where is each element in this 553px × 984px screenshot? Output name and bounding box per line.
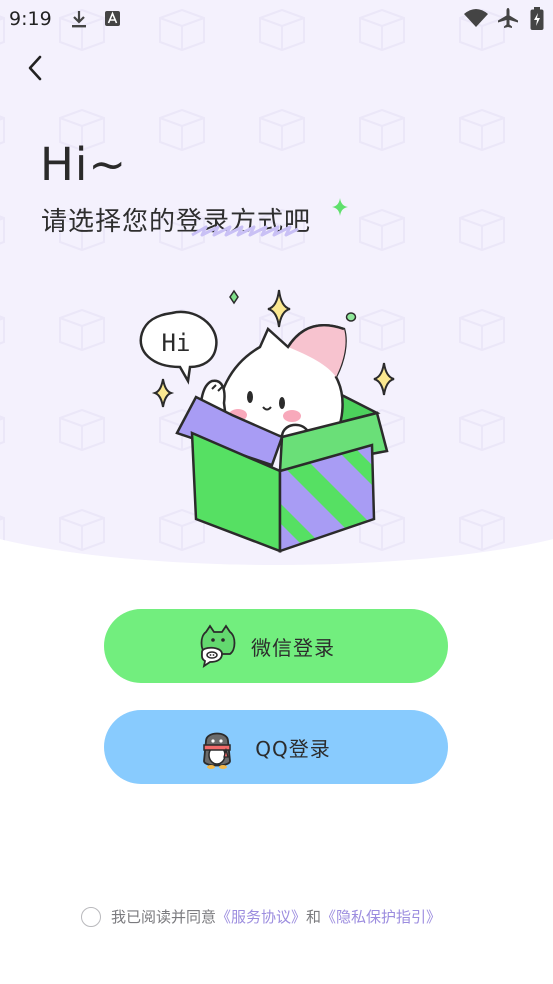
wechat-login-label: 微信登录 <box>251 635 335 660</box>
qq-penguin-icon <box>203 732 231 769</box>
login-screen: 9:19 Hi~ 请选择您的登录方式吧 Hi 微信登录 QQ登录 我已阅读并同意… <box>0 0 553 984</box>
status-bar: 9:19 <box>0 0 553 38</box>
sparkle-icon <box>345 312 357 322</box>
qq-login-label: QQ登录 <box>255 736 331 761</box>
battery-charging-icon <box>530 7 544 30</box>
sparkle-icon <box>332 198 348 216</box>
wechat-login-button[interactable]: 微信登录 <box>104 609 448 683</box>
airplane-icon <box>498 8 518 28</box>
qq-login-button[interactable]: QQ登录 <box>104 710 448 784</box>
agreement-conjunction: 和 <box>306 908 322 926</box>
sparkle-icon <box>229 289 239 305</box>
agreement-checkbox[interactable] <box>81 906 101 927</box>
sparkle-icon <box>267 289 291 328</box>
mascot-illustration: Hi <box>139 289 395 553</box>
sparkle-icon <box>373 362 395 396</box>
privacy-policy-link[interactable]: 《隐私保护指引》 <box>321 906 441 927</box>
status-time: 9:19 <box>9 8 52 30</box>
speech-bubble-text: Hi <box>162 329 191 357</box>
highlight-underline <box>191 225 299 237</box>
sparkle-icon <box>151 378 175 408</box>
subtitle-prefix: 请选择您的 <box>41 207 177 237</box>
service-agreement-link[interactable]: 《服务协议》 <box>216 906 306 927</box>
wechat-mascot-icon <box>200 624 236 668</box>
greeting-title: Hi~ <box>40 138 128 191</box>
download-icon <box>72 11 86 28</box>
agreement-prefix: 我已阅读并同意 <box>111 908 217 926</box>
agreement-row: 我已阅读并同意 《服务协议》 和 《隐私保护指引》 <box>81 906 441 927</box>
a-icon <box>105 11 120 26</box>
chevron-left-icon <box>28 55 42 81</box>
wifi-icon <box>464 9 488 27</box>
back-button[interactable] <box>18 50 54 86</box>
